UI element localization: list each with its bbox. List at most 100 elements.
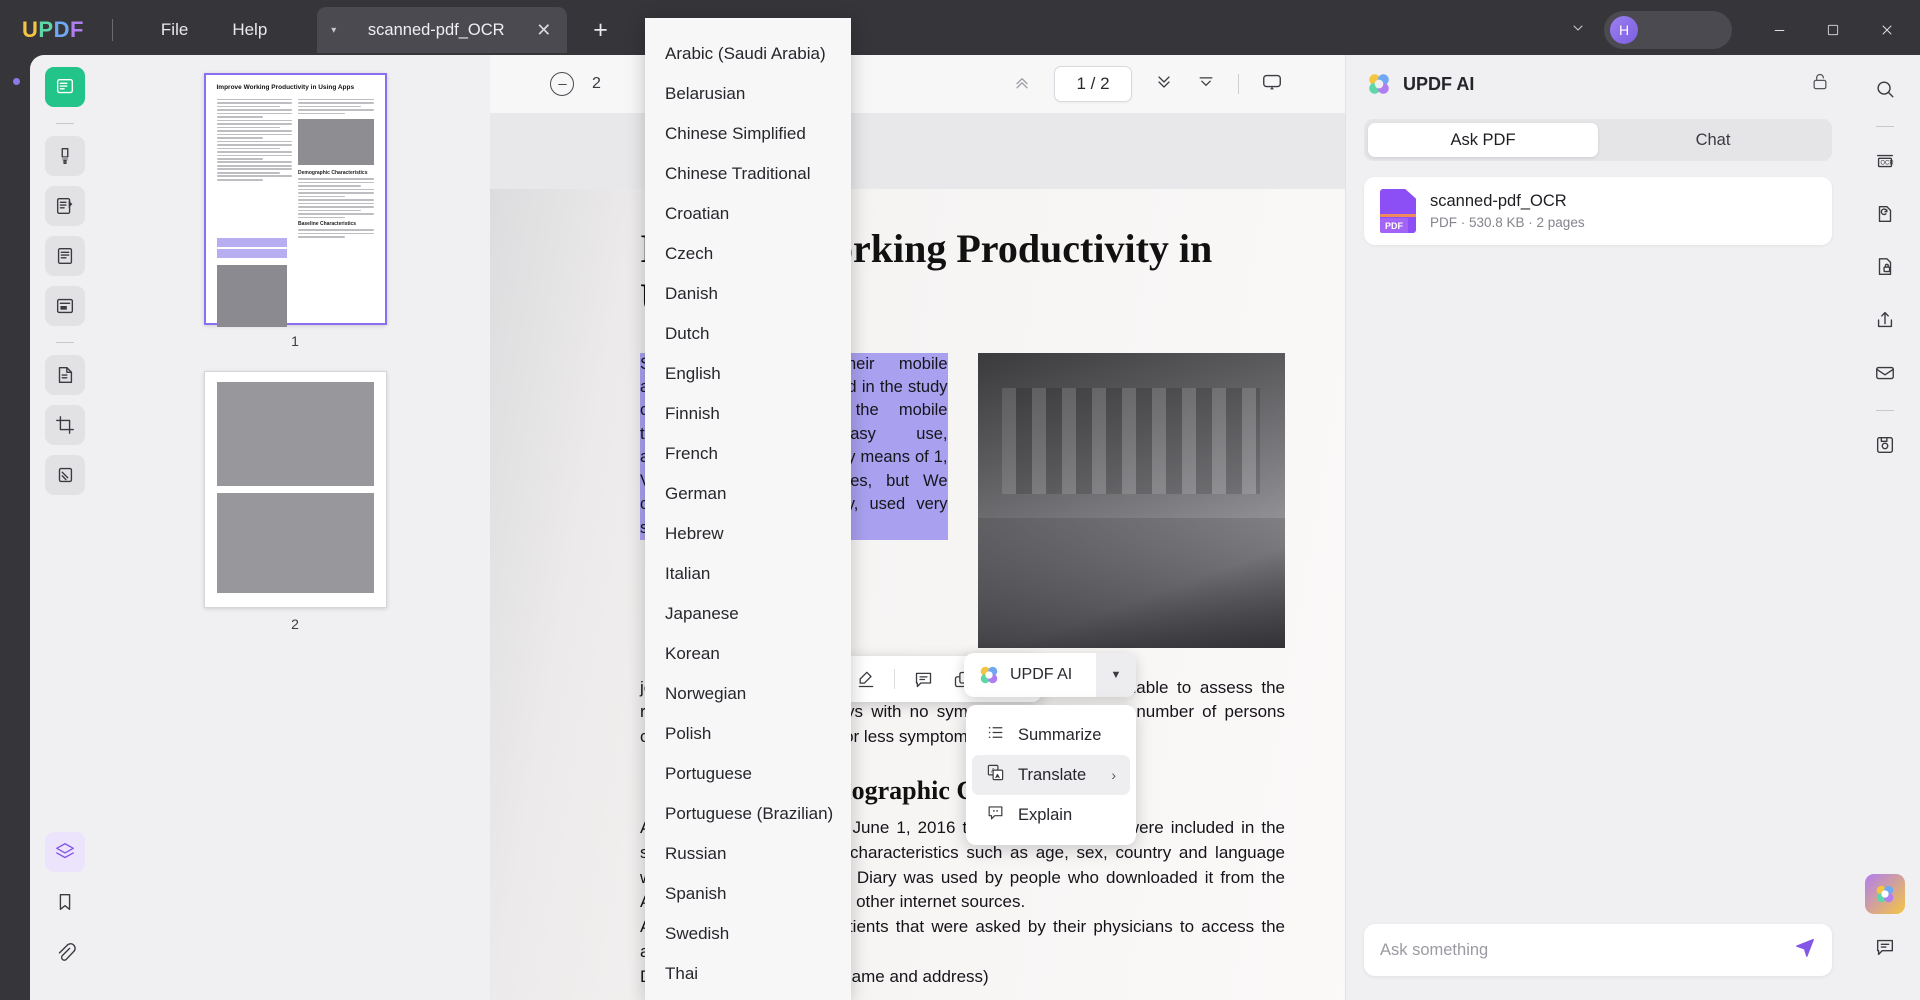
highlight-icon[interactable] [856, 669, 876, 689]
sidebar-item-reader[interactable] [45, 67, 85, 107]
explain-icon [986, 803, 1005, 827]
language-item[interactable]: Italian [645, 554, 851, 594]
ai-menu-item-explain[interactable]: Explain [972, 795, 1130, 835]
language-list[interactable]: Arabic (Saudi Arabia) Belarusian Chinese S… [645, 34, 851, 994]
document-tab[interactable]: ▾ scanned-pdf_OCR ✕ [317, 7, 568, 53]
translate-icon: A [986, 763, 1005, 787]
menu-file[interactable]: File [139, 14, 210, 46]
language-item[interactable]: English [645, 354, 851, 394]
language-item[interactable]: Swedish [645, 914, 851, 954]
updf-ai-dropdown-button[interactable]: ▼ [1096, 653, 1136, 697]
language-item[interactable]: Russian [645, 834, 851, 874]
document-toolbar: 2 1 / 2 [490, 55, 1345, 113]
language-item[interactable]: Czech [645, 234, 851, 274]
bookmark-panel-button[interactable] [45, 882, 85, 922]
language-item[interactable]: Croatian [645, 194, 851, 234]
window-close-button[interactable] [1860, 0, 1914, 60]
search-icon[interactable] [1865, 69, 1905, 109]
title-bar: UPDF File Help ▾ scanned-pdf_OCR ✕ + H [0, 0, 1920, 60]
thumbnail-highlight-1 [216, 238, 287, 247]
language-item[interactable]: Japanese [645, 594, 851, 634]
attachment-panel-button[interactable] [45, 932, 85, 972]
language-item[interactable]: Dutch [645, 314, 851, 354]
ai-context-menu[interactable]: Summarize A Translate › Explain [966, 705, 1136, 845]
window-minimize-button[interactable] [1752, 0, 1806, 60]
window-maximize-button[interactable] [1806, 0, 1860, 60]
chevron-down-icon[interactable] [1570, 20, 1586, 40]
language-item[interactable]: French [645, 434, 851, 474]
language-item[interactable]: German [645, 474, 851, 514]
titlebar-divider [111, 19, 113, 41]
right-rail-divider-2 [1876, 410, 1894, 411]
language-item[interactable]: Portuguese [645, 754, 851, 794]
zoom-out-button[interactable] [550, 72, 574, 96]
sidebar-item-organize-pages[interactable] [45, 236, 85, 276]
tool-divider-2 [56, 342, 74, 343]
menu-help[interactable]: Help [210, 14, 289, 46]
account-pill[interactable]: H [1604, 11, 1732, 49]
language-item[interactable]: Norwegian [645, 674, 851, 714]
ai-menu-item-summarize[interactable]: Summarize [972, 715, 1130, 755]
convert-icon[interactable] [1865, 194, 1905, 234]
thumbnail-page-1[interactable]: Improve Working Productivity in Using Ap… [203, 73, 387, 327]
language-item[interactable]: Finnish [645, 394, 851, 434]
tab-ask-pdf[interactable]: Ask PDF [1368, 123, 1598, 157]
language-item[interactable]: Hebrew [645, 514, 851, 554]
page-indicator[interactable]: 1 / 2 [1054, 66, 1132, 102]
document-photo [977, 352, 1285, 648]
thumbnail-subheading: Demographic Characteristics [298, 170, 368, 177]
zoom-level[interactable]: 2 [592, 75, 601, 93]
language-dropdown[interactable]: Arabic (Saudi Arabia) Belarusian Chinese S… [645, 18, 851, 1000]
ai-ask-input-box[interactable] [1364, 924, 1832, 976]
sidebar-item-convert-pdf[interactable] [45, 355, 85, 395]
language-item[interactable]: Korean [645, 634, 851, 674]
protect-icon[interactable] [1865, 247, 1905, 287]
main-shell: Improve Working Productivity in Using Ap… [30, 55, 1920, 1000]
presentation-mode-button[interactable] [1261, 71, 1283, 98]
save-icon[interactable] [1865, 425, 1905, 465]
page-canvas[interactable]: Improve Working Productivity in Using Ap… [490, 113, 1345, 1000]
right-rail-divider [1876, 126, 1894, 127]
rail-indicator-dot [13, 78, 20, 85]
send-icon[interactable] [1794, 936, 1816, 964]
new-tab-button[interactable]: + [593, 16, 608, 45]
pin-icon[interactable] [1810, 72, 1830, 97]
ai-assistant-icon[interactable] [1865, 874, 1905, 914]
language-item[interactable]: Thai [645, 954, 851, 994]
ocr-icon[interactable]: OCR [1865, 141, 1905, 181]
tab-close-icon[interactable]: ✕ [536, 20, 551, 41]
sidebar-item-annotate[interactable] [45, 136, 85, 176]
language-item[interactable]: Portuguese (Brazilian) [645, 794, 851, 834]
share-icon[interactable] [1865, 300, 1905, 340]
thumbnail-number-1: 1 [291, 333, 299, 349]
language-item[interactable]: Belarusian [645, 74, 851, 114]
email-icon[interactable] [1865, 353, 1905, 393]
updf-ai-pill[interactable]: UPDF AI ▼ [964, 653, 1136, 697]
last-page-button[interactable] [1196, 72, 1216, 97]
left-rail-strip [0, 60, 30, 1000]
comment-icon[interactable] [913, 669, 934, 690]
language-item[interactable]: Arabic (Saudi Arabia) [645, 34, 851, 74]
tab-chat[interactable]: Chat [1598, 123, 1828, 157]
feedback-icon[interactable] [1865, 927, 1905, 967]
pdf-badge: PDF [1380, 218, 1408, 233]
first-page-button[interactable] [1012, 72, 1032, 97]
sidebar-item-crop-pages[interactable] [45, 405, 85, 445]
language-item[interactable]: Chinese Simplified [645, 114, 851, 154]
sidebar-item-prepare-form[interactable] [45, 286, 85, 326]
layers-panel-button[interactable] [45, 832, 85, 872]
thumbnail-page-2[interactable] [203, 371, 387, 608]
ai-ask-input[interactable] [1380, 940, 1794, 960]
ai-panel-tabs[interactable]: Ask PDF Chat [1364, 119, 1832, 161]
ai-menu-item-translate[interactable]: A Translate › [972, 755, 1130, 795]
next-page-button[interactable] [1154, 72, 1174, 97]
language-item[interactable]: Chinese Traditional [645, 154, 851, 194]
thumbnail-subheading-2: Baseline Characteristics [298, 221, 357, 228]
ai-file-card[interactable]: PDF scanned-pdf_OCR PDF · 530.8 KB · 2 p… [1364, 177, 1832, 245]
language-item[interactable]: Spanish [645, 874, 851, 914]
language-item[interactable]: Danish [645, 274, 851, 314]
sidebar-item-edit-pdf[interactable] [45, 186, 85, 226]
language-item[interactable]: Polish [645, 714, 851, 754]
sidebar-item-batch[interactable] [45, 455, 85, 495]
thumbnail-panel[interactable]: Improve Working Productivity in Using Ap… [100, 55, 490, 1000]
